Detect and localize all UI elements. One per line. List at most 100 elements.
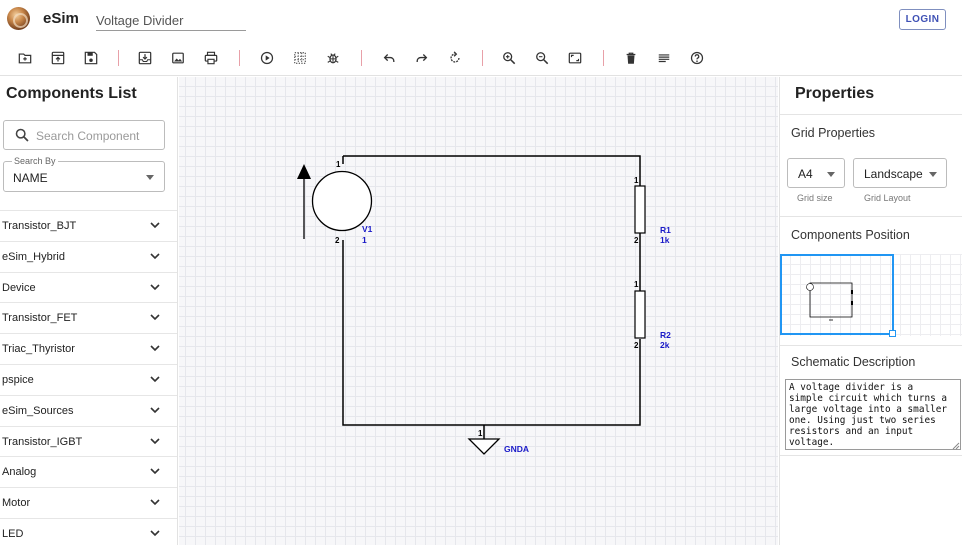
delete-icon[interactable] (622, 49, 640, 67)
grid-layout-select[interactable]: Landscape (853, 158, 947, 188)
divider (780, 455, 962, 456)
properties-panel: Properties Grid Properties A4 Grid size … (779, 77, 962, 545)
ground-gnda[interactable]: 1 GNDA (467, 429, 529, 455)
r2-pin2-label: 2 (634, 341, 639, 350)
schematic-description-heading: Schematic Description (791, 355, 916, 369)
rotate-icon[interactable] (446, 49, 464, 67)
chevron-down-icon[interactable] (150, 499, 160, 506)
r1-pin2-label: 2 (634, 236, 639, 245)
chevron-down-icon[interactable] (150, 253, 160, 260)
category-label: LED (2, 527, 24, 540)
toolbar-separator (361, 50, 362, 66)
chevron-down-icon[interactable] (150, 468, 160, 475)
esim-logo-icon (7, 7, 30, 30)
v1-pin1-label: 1 (336, 160, 341, 169)
search-by-select[interactable]: Search By NAME (3, 156, 165, 192)
category-item[interactable]: LED (0, 517, 177, 549)
toolbar-separator (239, 50, 240, 66)
search-icon (15, 128, 29, 142)
debug-icon[interactable] (324, 49, 342, 67)
components-panel: Components List Search By NAME Transisto… (0, 77, 178, 545)
grid-size-select[interactable]: A4 (787, 158, 845, 188)
r1-ref-label: R1 (660, 225, 671, 235)
schematic-canvas[interactable]: 1 2 V1 1 1 2 R1 1k 1 2 R2 2k 1 GNDA (179, 77, 778, 545)
open-folder-icon[interactable] (16, 49, 34, 67)
chevron-down-icon[interactable] (150, 407, 160, 414)
run-simulation-icon[interactable] (258, 49, 276, 67)
app-bar: eSim LOGIN (0, 0, 962, 38)
category-label: Transistor_IGBT (2, 435, 83, 448)
category-label: Triac_Thyristor (2, 343, 75, 356)
r1-pin1-label: 1 (634, 176, 639, 185)
save-icon[interactable] (82, 49, 100, 67)
chevron-down-icon[interactable] (150, 314, 160, 321)
download-icon[interactable] (136, 49, 154, 67)
r2-value-label: 2k (660, 340, 670, 350)
fit-screen-icon[interactable] (566, 49, 584, 67)
category-item[interactable]: Motor (0, 487, 177, 518)
undo-icon[interactable] (380, 49, 398, 67)
r2-pin1-label: 1 (634, 280, 639, 289)
category-label: eSim_Hybrid (2, 250, 65, 263)
textarea-resize-icon[interactable] (952, 442, 960, 450)
v1-ref-label: V1 (362, 224, 373, 234)
select-grid-icon[interactable] (291, 49, 309, 67)
chevron-down-icon[interactable] (150, 345, 160, 352)
category-item[interactable]: Device (0, 271, 177, 303)
grid-layout-help: Grid Layout (864, 193, 911, 203)
redo-icon[interactable] (413, 49, 431, 67)
print-icon[interactable] (202, 49, 220, 67)
search-component-input[interactable] (36, 127, 161, 144)
toolbar-separator (118, 50, 119, 66)
toolbar-separator (482, 50, 483, 66)
category-item[interactable]: Transistor_BJT (0, 210, 177, 241)
category-item[interactable]: eSim_Hybrid (0, 240, 177, 272)
category-item[interactable]: Transistor_IGBT (0, 425, 177, 457)
category-label: Transistor_FET (2, 312, 78, 325)
category-item[interactable]: Transistor_FET (0, 302, 177, 333)
minimap-resize-handle[interactable] (889, 330, 896, 337)
chevron-down-icon[interactable] (150, 222, 160, 229)
category-item[interactable]: pspice (0, 363, 177, 395)
r2-ref-label: R2 (660, 330, 671, 340)
upload-icon[interactable] (49, 49, 67, 67)
dropdown-caret-icon (146, 175, 154, 180)
chevron-down-icon[interactable] (150, 284, 160, 291)
divider (780, 345, 962, 346)
gnd-label: GNDA (504, 444, 529, 454)
chevron-down-icon[interactable] (150, 438, 160, 445)
schematic-description-textarea[interactable]: A voltage divider is a simple circuit wh… (785, 379, 961, 450)
schematic-title-input[interactable] (96, 10, 246, 31)
minimap-viewport[interactable] (780, 254, 894, 335)
category-label: pspice (2, 373, 34, 386)
wire-top[interactable] (343, 155, 641, 186)
category-label: Analog (2, 466, 37, 479)
image-icon[interactable] (169, 49, 187, 67)
dropdown-caret-icon (827, 172, 835, 177)
chevron-down-icon[interactable] (150, 376, 160, 383)
components-position-minimap[interactable] (780, 254, 962, 337)
zoom-out-icon[interactable] (533, 49, 551, 67)
help-icon[interactable] (688, 49, 706, 67)
category-item[interactable]: eSim_Sources (0, 394, 177, 426)
r1-value-label: 1k (660, 235, 670, 245)
grid-properties-heading: Grid Properties (791, 126, 876, 140)
toolbar (0, 40, 962, 76)
category-item[interactable]: Triac_Thyristor (0, 333, 177, 364)
grid-size-value: A4 (798, 167, 813, 181)
grid-layout-value: Landscape (864, 167, 923, 181)
search-box[interactable] (3, 120, 165, 150)
voltage-source-v1[interactable]: 1 2 V1 1 (297, 160, 373, 245)
grid-size-help: Grid size (797, 193, 833, 203)
zoom-in-icon[interactable] (500, 49, 518, 67)
category-label: Motor (2, 497, 31, 510)
login-button[interactable]: LOGIN (899, 9, 946, 30)
wire-bottom[interactable] (342, 240, 641, 426)
category-item[interactable]: Analog (0, 456, 177, 487)
category-label: Device (2, 281, 36, 294)
divider (780, 114, 962, 115)
category-list: Transistor_BJT eSim_Hybrid Device Transisto… (0, 210, 177, 549)
search-by-label: Search By (12, 156, 58, 166)
chevron-down-icon[interactable] (150, 530, 160, 537)
netlist-icon[interactable] (655, 49, 673, 67)
